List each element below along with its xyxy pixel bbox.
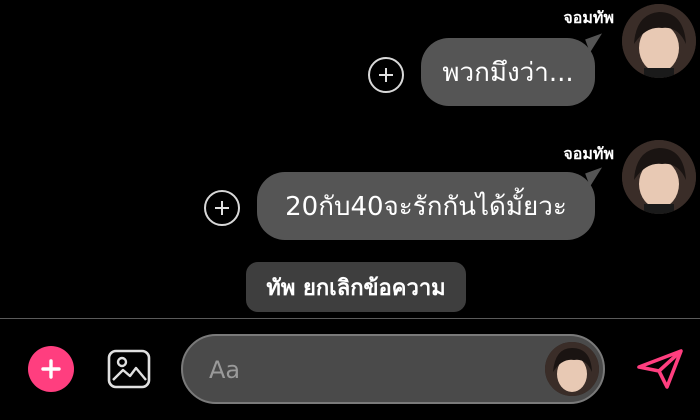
plus-icon	[379, 68, 393, 82]
message-input[interactable]	[207, 346, 531, 394]
gallery-button[interactable]	[106, 346, 152, 392]
message-composer[interactable]	[181, 334, 605, 404]
message-sender: จอมทัพ	[563, 144, 614, 163]
add-reaction-button[interactable]	[368, 57, 404, 93]
add-reaction-button[interactable]	[204, 190, 240, 226]
message-bubble[interactable]: พวกมึงว่า...	[421, 33, 607, 106]
sender-avatar[interactable]	[622, 4, 696, 78]
message-text: พวกมึงว่า...	[442, 57, 574, 88]
sticker-avatar-button[interactable]	[545, 342, 599, 396]
sender-avatar[interactable]	[622, 140, 696, 214]
plus-icon	[215, 201, 229, 215]
unsent-message-notice: ทัพ ยกเลิกข้อความ	[246, 262, 466, 312]
send-icon	[637, 349, 683, 389]
composer-divider	[0, 318, 700, 319]
more-actions-button[interactable]	[28, 346, 74, 392]
plus-icon	[41, 359, 61, 379]
message-bubble[interactable]: 20กับ40จะรักกันได้มั้ยวะ	[257, 167, 607, 240]
message-text: 20กับ40จะรักกันได้มั้ยวะ	[285, 191, 567, 222]
image-icon	[107, 349, 151, 389]
send-button[interactable]	[634, 346, 686, 392]
message-sender: จอมทัพ	[563, 8, 614, 27]
